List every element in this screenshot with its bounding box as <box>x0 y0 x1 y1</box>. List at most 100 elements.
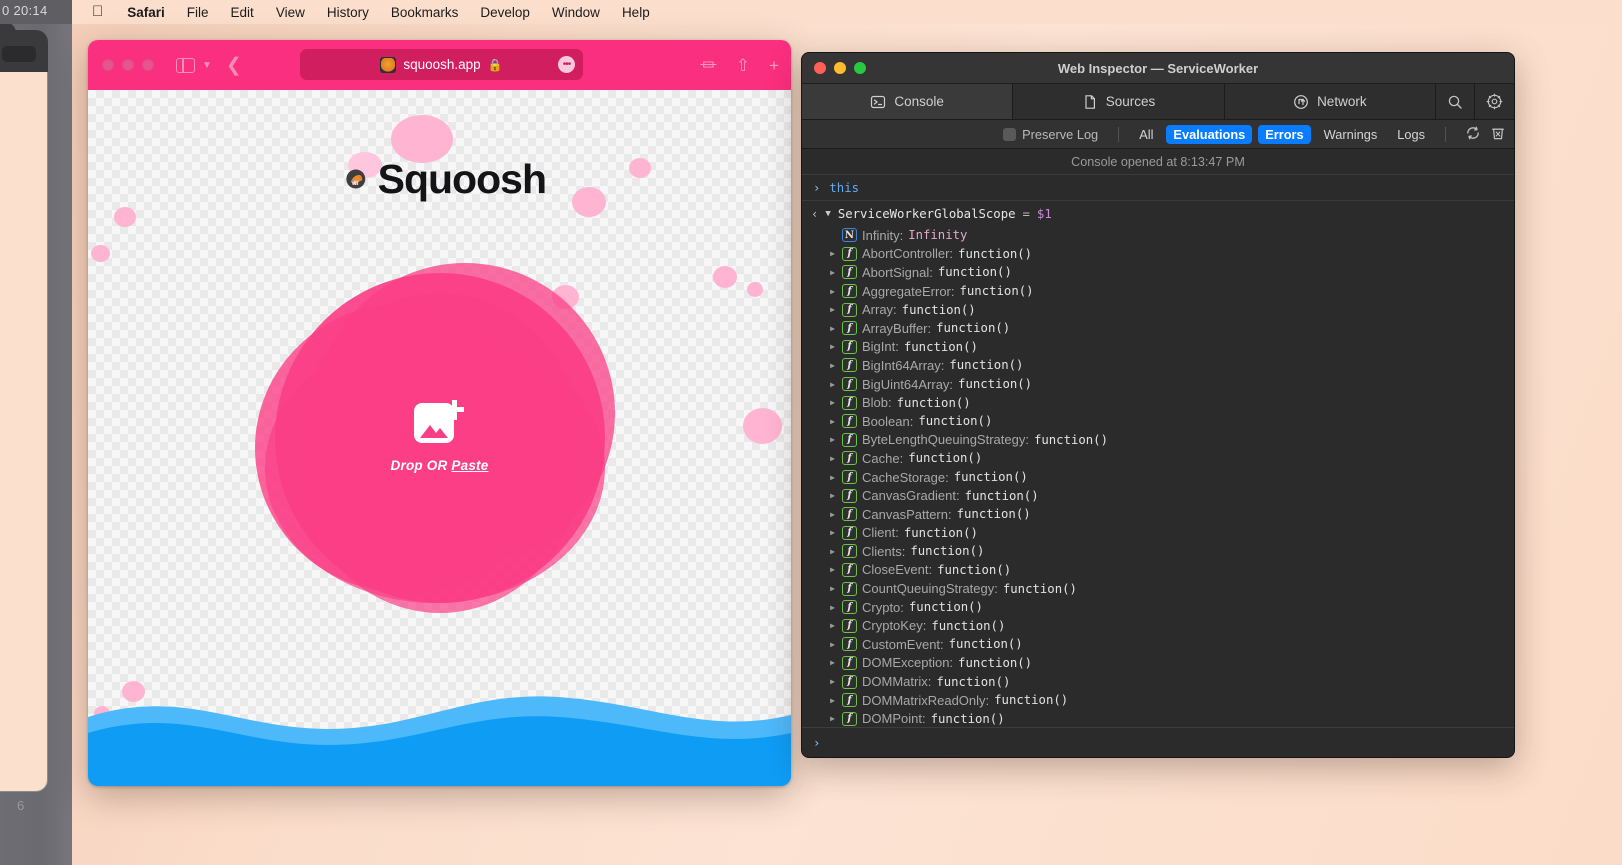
address-bar[interactable]: squoosh.app 🔒 ••• <box>300 49 583 80</box>
filter-logs[interactable]: Logs <box>1390 125 1432 144</box>
disclosure-triangle-icon[interactable]: ▶ <box>828 714 837 723</box>
disclosure-triangle-icon[interactable]: ▶ <box>828 305 837 314</box>
menu-item-window[interactable]: Window <box>541 5 611 20</box>
property-row[interactable]: ▶fAbortController:function() <box>828 245 1514 264</box>
property-row[interactable]: ▶fCloseEvent:function() <box>828 561 1514 580</box>
close-button[interactable] <box>102 59 114 71</box>
macos-menubar[interactable]:  Safari File Edit View History Bookmark… <box>72 0 1622 24</box>
property-row[interactable]: ▶fBoolean:function() <box>828 412 1514 431</box>
disclosure-triangle-icon[interactable]: ▶ <box>828 696 837 705</box>
property-row[interactable]: ▶fAggregateError:function() <box>828 282 1514 301</box>
console-result-header[interactable]: ‹ ▼ ServiceWorkerGlobalScope = $1 <box>802 201 1514 226</box>
safari-window[interactable]: ▼ ❮ squoosh.app 🔒 ••• ⏛ ⇧ + <box>88 40 791 786</box>
disclosure-triangle-icon[interactable]: ▶ <box>828 547 837 556</box>
filter-evaluations[interactable]: Evaluations <box>1166 125 1252 144</box>
disclosure-triangle-icon[interactable]: ▶ <box>828 435 837 444</box>
tab-console[interactable]: Console <box>802 84 1013 119</box>
property-row[interactable]: ▶fArray:function() <box>828 300 1514 319</box>
menu-item-history[interactable]: History <box>316 5 380 20</box>
property-row[interactable]: ▶fBigInt64Array:function() <box>828 356 1514 375</box>
apple-menu-icon[interactable]:  <box>84 4 116 19</box>
disclosure-triangle-icon[interactable]: ▶ <box>828 398 837 407</box>
property-row[interactable]: ▶fCache:function() <box>828 449 1514 468</box>
property-row[interactable]: ▶fDOMPoint:function() <box>828 709 1514 726</box>
console-filter-bar[interactable]: Preserve Log All Evaluations Errors Warn… <box>802 120 1514 149</box>
property-row[interactable]: ▶fCanvasPattern:function() <box>828 505 1514 524</box>
disclosure-triangle-icon[interactable]: ▶ <box>828 324 837 333</box>
menu-item-develop[interactable]: Develop <box>469 5 541 20</box>
filter-all[interactable]: All <box>1132 125 1160 144</box>
property-row[interactable]: ▶fCanvasGradient:function() <box>828 486 1514 505</box>
disclosure-triangle-icon[interactable]: ▶ <box>828 361 837 370</box>
disclosure-triangle-icon[interactable]: ▶ <box>828 454 837 463</box>
window-controls[interactable] <box>88 59 154 71</box>
paste-link[interactable]: Paste <box>451 458 488 473</box>
property-row[interactable]: ▶fCacheStorage:function() <box>828 468 1514 487</box>
share-icon[interactable]: ⇧ <box>736 57 750 74</box>
disclosure-triangle-icon[interactable]: ▶ <box>828 565 837 574</box>
tab-sources[interactable]: Sources <box>1013 84 1224 119</box>
downloads-icon[interactable]: ⏛ <box>700 57 717 74</box>
disclosure-triangle-icon[interactable]: ▶ <box>828 417 837 426</box>
console-input-prompt[interactable]: › <box>802 727 1514 757</box>
disclosure-triangle-icon[interactable]: ▶ <box>828 249 837 258</box>
menu-item-view[interactable]: View <box>265 5 316 20</box>
property-row[interactable]: ▶fCountQueuingStrategy:function() <box>828 579 1514 598</box>
property-row[interactable]: ▶fBlob:function() <box>828 393 1514 412</box>
menu-item-safari[interactable]: Safari <box>116 5 176 20</box>
sidebar-icon[interactable] <box>176 58 195 73</box>
disclosure-triangle-icon[interactable]: ▼ <box>825 209 830 219</box>
web-inspector-window[interactable]: Web Inspector — ServiceWorker Console So… <box>801 52 1515 758</box>
menu-item-bookmarks[interactable]: Bookmarks <box>380 5 470 20</box>
disclosure-triangle-icon[interactable]: ▶ <box>828 342 837 351</box>
zoom-button[interactable] <box>142 59 154 71</box>
property-row[interactable]: NInfinity:Infinity <box>828 226 1514 245</box>
inspector-tabbar[interactable]: Console Sources Network <box>802 84 1514 120</box>
disclosure-triangle-icon[interactable]: ▶ <box>828 491 837 500</box>
filter-errors[interactable]: Errors <box>1258 125 1310 144</box>
disclosure-triangle-icon[interactable]: ▶ <box>828 658 837 667</box>
trash-icon[interactable] <box>1490 125 1506 144</box>
property-row[interactable]: ▶fAbortSignal:function() <box>828 263 1514 282</box>
disclosure-triangle-icon[interactable]: ▶ <box>828 380 837 389</box>
tab-network[interactable]: Network <box>1225 84 1436 119</box>
property-row[interactable]: ▶fCrypto:function() <box>828 598 1514 617</box>
console-property-list[interactable]: NInfinity:Infinity▶fAbortController:func… <box>802 226 1514 726</box>
disclosure-triangle-icon[interactable]: ▶ <box>828 287 837 296</box>
chevron-down-icon[interactable]: ▼ <box>202 60 212 71</box>
back-chevron-icon[interactable]: ❮ <box>226 56 242 75</box>
menu-item-help[interactable]: Help <box>611 5 661 20</box>
property-row[interactable]: ▶fDOMMatrix:function() <box>828 672 1514 691</box>
search-icon[interactable] <box>1436 84 1475 119</box>
property-row[interactable]: ▶fCryptoKey:function() <box>828 616 1514 635</box>
property-row[interactable]: ▶fBigUint64Array:function() <box>828 375 1514 394</box>
disclosure-triangle-icon[interactable]: ▶ <box>828 268 837 277</box>
gear-icon[interactable] <box>1475 84 1514 119</box>
disclosure-triangle-icon[interactable]: ▶ <box>828 510 837 519</box>
page-options-icon[interactable]: ••• <box>558 56 575 73</box>
property-row[interactable]: ▶fDOMException:function() <box>828 654 1514 673</box>
property-row[interactable]: ▶fClients:function() <box>828 542 1514 561</box>
refresh-icon[interactable] <box>1465 125 1481 144</box>
add-image-icon[interactable] <box>414 397 464 443</box>
disclosure-triangle-icon[interactable]: ▶ <box>828 473 837 482</box>
property-row[interactable]: ▶fClient:function() <box>828 524 1514 543</box>
console-evaluated-input[interactable]: › this <box>802 175 1514 201</box>
minimize-button[interactable] <box>122 59 134 71</box>
property-row[interactable]: ▶fArrayBuffer:function() <box>828 319 1514 338</box>
disclosure-triangle-icon[interactable]: ▶ <box>828 677 837 686</box>
property-row[interactable]: ▶fDOMMatrixReadOnly:function() <box>828 691 1514 710</box>
filter-warnings[interactable]: Warnings <box>1317 125 1385 144</box>
disclosure-triangle-icon[interactable]: ▶ <box>828 621 837 630</box>
menu-item-file[interactable]: File <box>176 5 220 20</box>
property-row[interactable]: ▶fBigInt:function() <box>828 338 1514 357</box>
property-row[interactable]: ▶fCustomEvent:function() <box>828 635 1514 654</box>
disclosure-triangle-icon[interactable]: ▶ <box>828 584 837 593</box>
preserve-log-checkbox[interactable] <box>1003 128 1016 141</box>
disclosure-triangle-icon[interactable]: ▶ <box>828 640 837 649</box>
disclosure-triangle-icon[interactable]: ▶ <box>828 528 837 537</box>
menu-item-edit[interactable]: Edit <box>220 5 265 20</box>
property-row[interactable]: ▶fByteLengthQueuingStrategy:function() <box>828 431 1514 450</box>
plus-icon[interactable]: + <box>769 57 779 74</box>
disclosure-triangle-icon[interactable]: ▶ <box>828 603 837 612</box>
